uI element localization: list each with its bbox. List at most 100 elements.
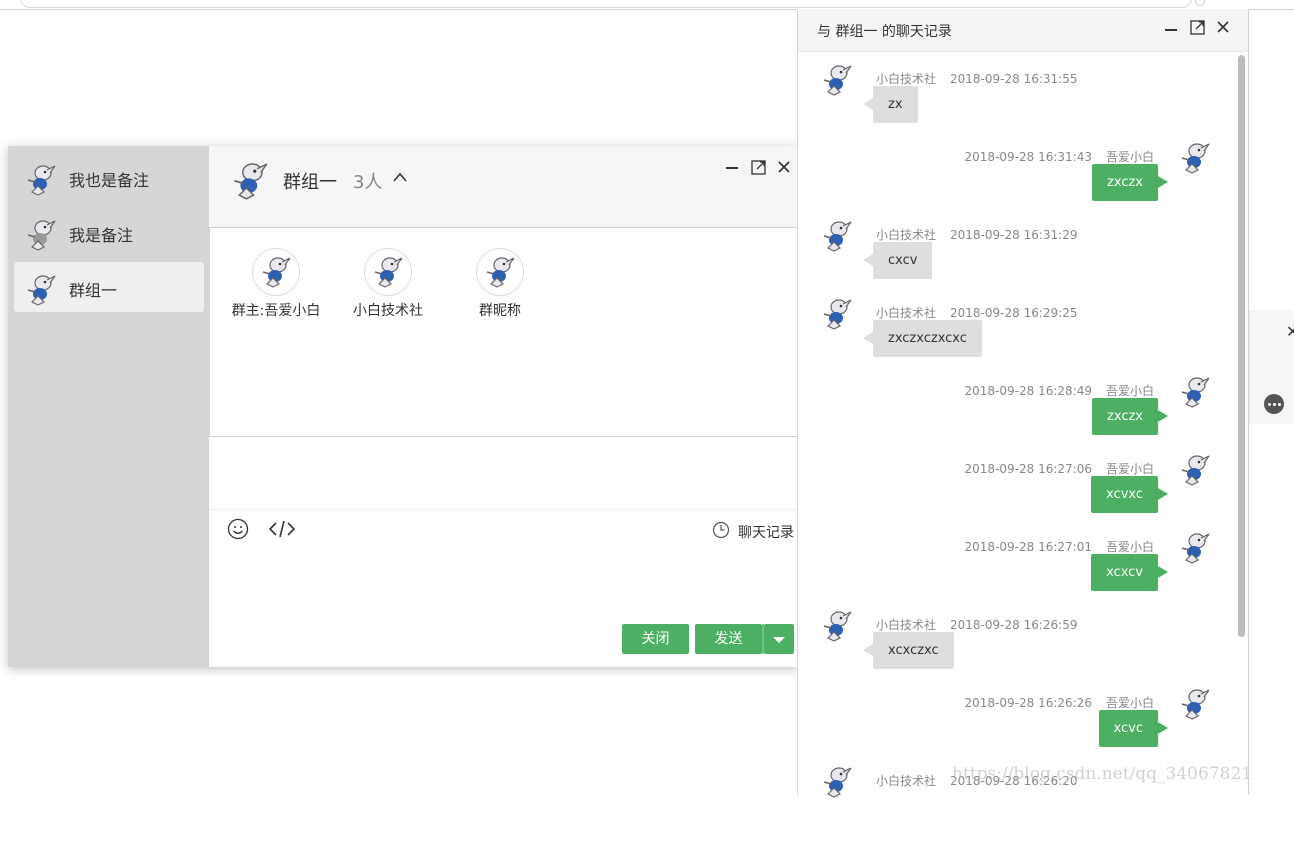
sidebar-item-label: 我是备注 [69, 226, 134, 245]
group-members-panel: 群主:吾爱小白 小白技术社 群昵称 [209, 227, 807, 437]
message-meta: 2018-09-28 16:27:06 吾爱小白 [965, 460, 1154, 477]
message-bubble: zxczx [1092, 398, 1168, 435]
message-time: 2018-09-28 16:29:25 [950, 306, 1078, 320]
history-message-row: 2018-09-28 16:27:01 吾爱小白 xcxcv [798, 533, 1228, 616]
message-time: 2018-09-28 16:27:01 [964, 540, 1092, 554]
input-toolbar: 聊天记录 [209, 509, 798, 550]
history-header: 与 群组一 的聊天记录 [798, 9, 1248, 52]
mascot-avatar-icon [822, 64, 852, 102]
conversation-header: 群组一 3人 [209, 146, 798, 228]
clock-icon [712, 521, 730, 543]
chat-window: 我也是备注 我是备注 群组一 群组一 3人 群主:吾爱小白 小白技术社 群昵称 … [8, 146, 807, 667]
sidebar-item-label: 我也是备注 [69, 171, 150, 190]
history-title: 与 群组一 的聊天记录 [817, 24, 952, 40]
message-meta: 2018-09-28 16:28:49 吾爱小白 [965, 382, 1154, 399]
history-message-row: 2018-09-28 16:27:06 吾爱小白 xcvxc [798, 455, 1228, 538]
member-avatar [364, 248, 412, 296]
message-meta: 2018-09-28 16:26:26 吾爱小白 [965, 694, 1154, 711]
close-icon[interactable] [1216, 20, 1230, 38]
message-time: 2018-09-28 16:27:06 [964, 462, 1092, 476]
message-bubble: xcxczxc [863, 632, 954, 669]
member-name: 小白技术社 [353, 303, 423, 319]
member-count: 3人 [353, 172, 383, 193]
message-sender: 吾爱小白 [1105, 462, 1154, 476]
history-scrollbar[interactable] [1236, 53, 1246, 793]
message-sender: 小白技术社 [876, 72, 937, 86]
sidebar-item-conversation[interactable]: 我是备注 [14, 207, 204, 257]
history-message-row: 2018-09-28 16:28:49 吾爱小白 zxczx [798, 377, 1228, 460]
code-icon[interactable] [268, 520, 296, 542]
address-bar-end-icon [1195, 0, 1205, 6]
conversation-panel: 群组一 3人 群主:吾爱小白 小白技术社 群昵称 聊天记录 关闭 发送 [209, 146, 807, 667]
mascot-avatar-icon [822, 220, 852, 258]
message-time: 2018-09-28 16:31:43 [964, 150, 1092, 164]
mascot-avatar-icon [1180, 142, 1210, 180]
message-sender: 吾爱小白 [1105, 696, 1154, 710]
message-time: 2018-09-28 16:31:55 [950, 72, 1078, 86]
side-floating-widget: ✕ [1249, 310, 1294, 424]
sidebar-item-conversation-active[interactable]: 群组一 [14, 262, 204, 312]
message-meta: 小白技术社 2018-09-28 16:26:59 [876, 616, 1077, 633]
conversation-sidebar: 我也是备注 我是备注 群组一 [8, 146, 209, 667]
message-time: 2018-09-28 16:31:29 [950, 228, 1078, 242]
mascot-avatar-icon [26, 274, 56, 312]
mascot-avatar-icon [1180, 376, 1210, 414]
history-message-row: 小白技术社 2018-09-28 16:26:59 xcxczxc [798, 611, 1228, 694]
message-sender: 吾爱小白 [1105, 150, 1154, 164]
mascot-avatar-icon [822, 766, 852, 804]
message-bubble: zx [863, 86, 918, 123]
maximize-icon[interactable] [751, 160, 766, 179]
mascot-avatar-icon [374, 257, 403, 288]
mascot-avatar-icon [232, 161, 268, 207]
mascot-avatar-icon [26, 164, 56, 202]
mascot-avatar-icon [822, 610, 852, 648]
sidebar-item-conversation[interactable]: 我也是备注 [14, 152, 204, 202]
sidebar-item-label: 群组一 [69, 281, 118, 300]
chat-history-link[interactable]: 聊天记录 [712, 521, 794, 542]
mascot-avatar-icon [1180, 532, 1210, 570]
message-sender: 小白技术社 [876, 618, 937, 632]
send-button[interactable]: 发送 [695, 624, 762, 654]
member-name: 群主:吾爱小白 [231, 303, 321, 319]
message-meta: 2018-09-28 16:27:01 吾爱小白 [965, 538, 1154, 555]
chat-history-label: 聊天记录 [738, 525, 794, 541]
member-item[interactable]: 群主:吾爱小白 [226, 248, 326, 320]
emoji-icon[interactable] [227, 518, 249, 544]
chat-history-window: 与 群组一 的聊天记录 小白技术社 2018-09-28 16:31:55 zx 20… [797, 9, 1249, 798]
mascot-avatar-icon [822, 298, 852, 336]
message-bubble: zxczx [1092, 164, 1168, 201]
message-time: 2018-09-28 16:28:49 [964, 384, 1092, 398]
mascot-avatar-icon [1180, 688, 1210, 726]
close-icon[interactable] [777, 160, 791, 178]
conversation-title: 群组一 [283, 172, 337, 193]
message-meta: 小白技术社 2018-09-28 16:29:25 [876, 304, 1077, 321]
member-item[interactable]: 群昵称 [450, 248, 550, 320]
close-icon[interactable]: ✕ [1286, 322, 1294, 341]
history-message-row: 小白技术社 2018-09-28 16:31:55 zx [798, 65, 1228, 148]
minimize-icon[interactable] [1164, 20, 1178, 38]
chat-bubble-icon[interactable] [1264, 394, 1284, 414]
message-sender: 小白技术社 [876, 228, 937, 242]
message-sender: 小白技术社 [876, 774, 937, 788]
message-bubble: cxcv [862, 242, 933, 279]
history-message-row: 2018-09-28 16:31:43 吾爱小白 zxczx [798, 143, 1228, 226]
message-sender: 吾爱小白 [1105, 384, 1154, 398]
send-options-dropdown[interactable] [764, 624, 794, 654]
member-avatar [476, 248, 524, 296]
history-scrollbar-thumb[interactable] [1238, 55, 1245, 637]
message-bubble: xcxcv [1091, 554, 1168, 591]
minimize-icon[interactable] [725, 160, 739, 178]
message-time: 2018-09-28 16:26:26 [964, 696, 1092, 710]
caret-down-icon [773, 637, 785, 643]
message-meta: 2018-09-28 16:31:43 吾爱小白 [965, 148, 1154, 165]
watermark: https://blog.csdn.net/qq_34067821 [952, 764, 1253, 784]
member-item[interactable]: 小白技术社 [338, 248, 438, 320]
maximize-icon[interactable] [1190, 20, 1205, 39]
address-bar[interactable] [20, 0, 1192, 8]
message-time: 2018-09-28 16:26:59 [950, 618, 1078, 632]
chevron-up-icon[interactable] [392, 168, 408, 187]
member-avatar [252, 248, 300, 296]
close-button[interactable]: 关闭 [622, 624, 689, 654]
message-sender: 吾爱小白 [1105, 540, 1154, 554]
message-bubble: xcvc [1098, 710, 1169, 747]
